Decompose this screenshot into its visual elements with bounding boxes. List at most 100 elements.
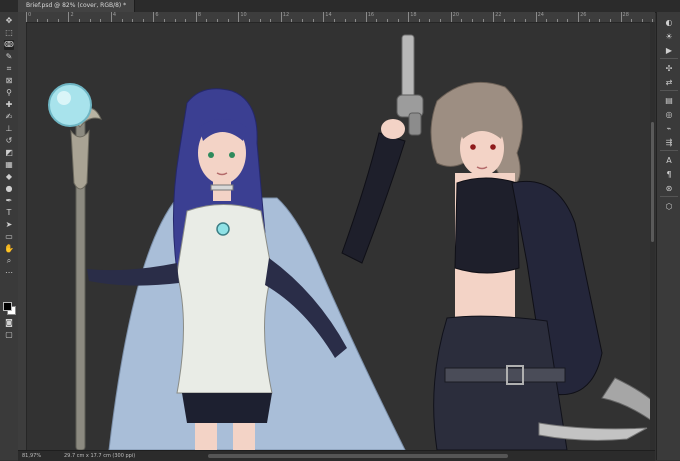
dodge-tool-icon[interactable]: ● — [4, 184, 14, 194]
ruler-tick — [440, 19, 442, 22]
ruler-label: 22 — [495, 12, 502, 18]
ruler-tick — [153, 12, 155, 22]
tools-panel: ✥ ⬚ ↂ ✎ ⌗ ⊠ ⚲ ✚ ✍ ⊥ ↺ ◩ ▦ ◆ ● ✒ T ➤ ▭ ✋ ⌕ ⋯ ◙ ▢ — [0, 12, 19, 460]
type-tool-icon[interactable]: T — [4, 208, 14, 218]
ruler-label: 2 — [70, 12, 74, 18]
document-canvas[interactable] — [27, 23, 655, 450]
ruler-tick — [461, 19, 463, 22]
move-tool-icon[interactable]: ✥ — [4, 16, 14, 26]
pen-tool-icon[interactable]: ✒ — [4, 196, 14, 206]
ruler-tick — [195, 12, 197, 22]
ruler-tick — [620, 12, 622, 22]
horizontal-ruler: 0 2 4 6 8 10 12 14 16 18 20 22 24 26 28 — [18, 12, 655, 23]
ruler-tick — [588, 19, 590, 22]
foreground-color-swatch[interactable] — [3, 302, 12, 311]
gunner-top — [454, 177, 520, 274]
ruler-tick — [386, 19, 388, 22]
ruler-tick — [142, 19, 144, 22]
ruler-tick — [503, 19, 505, 22]
ruler-tick — [26, 12, 27, 22]
ruler-tick — [57, 19, 59, 22]
ruler-label: 18 — [410, 12, 417, 18]
paragraph-panel-icon[interactable]: ¶ — [663, 170, 675, 180]
vertical-ruler — [18, 22, 27, 450]
ruler-tick — [47, 19, 49, 22]
ruler-label: 4 — [112, 12, 117, 18]
vertical-scrollbar-thumb[interactable] — [651, 122, 654, 242]
clone-source-panel-icon[interactable]: ⇄ — [663, 78, 675, 88]
blur-tool-icon[interactable]: ◆ — [4, 172, 14, 182]
vertical-scrollbar[interactable] — [650, 22, 655, 450]
frame-tool-icon[interactable]: ⊠ — [4, 76, 14, 86]
3d-panel-icon[interactable]: ⬡ — [663, 202, 675, 212]
layers-panel-icon[interactable]: ▤ — [663, 96, 675, 106]
ruler-tick — [280, 12, 282, 22]
ruler-tick — [68, 12, 70, 22]
path-select-tool-icon[interactable]: ➤ — [4, 220, 14, 230]
ruler-tick — [217, 19, 219, 22]
glyphs-panel-icon[interactable]: ⊛ — [663, 184, 675, 194]
ruler-tick — [164, 19, 166, 22]
ruler-label: 6 — [155, 12, 159, 18]
ruler-label: 28 — [622, 12, 629, 18]
brush-tool-icon[interactable]: ✍ — [4, 112, 14, 122]
ruler-label: 10 — [240, 12, 247, 18]
eraser-tool-icon[interactable]: ◩ — [4, 148, 14, 158]
hand-tool-icon[interactable]: ✋ — [4, 244, 14, 254]
ruler-tick — [609, 19, 611, 22]
ruler-tick — [471, 19, 473, 22]
brush-settings-panel-icon[interactable]: ✣ — [663, 64, 675, 74]
ruler-tick — [535, 12, 537, 22]
gradient-tool-icon[interactable]: ▦ — [4, 160, 14, 170]
history-brush-tool-icon[interactable]: ↺ — [4, 136, 14, 146]
ruler-label: 0 — [28, 12, 32, 18]
marquee-tool-icon[interactable]: ⬚ — [4, 28, 14, 38]
ruler-tick — [546, 19, 548, 22]
channels-panel-icon[interactable]: ◎ — [663, 110, 675, 120]
ruler-tick — [259, 19, 261, 22]
status-bar: 81,97% 29.7 cm x 17.7 cm (300 ppi) — [18, 450, 655, 461]
ruler-tick — [355, 19, 357, 22]
mage-left-arm — [87, 263, 179, 286]
quick-mask-icon[interactable]: ◙ — [4, 318, 14, 328]
ruler-tick — [641, 19, 643, 22]
properties-panel-icon[interactable]: ⇶ — [663, 138, 675, 148]
ruler-tick — [248, 19, 250, 22]
ruler-tick — [36, 19, 38, 22]
panel-separator — [660, 90, 678, 91]
character-panel-icon[interactable]: A — [663, 156, 675, 166]
ruler-tick — [376, 19, 378, 22]
ruler-tick — [493, 12, 495, 22]
ruler-tick — [270, 19, 272, 22]
ruler-tick — [344, 19, 346, 22]
ruler-tick — [450, 12, 452, 22]
ruler-label: 16 — [367, 12, 375, 18]
ruler-label: 24 — [537, 12, 544, 18]
screen-mode-icon[interactable]: ▢ — [4, 330, 14, 340]
more-tools-icon[interactable]: ⋯ — [4, 268, 14, 278]
lasso-tool-icon[interactable]: ↂ — [4, 40, 14, 50]
play-panel-icon[interactable]: ▶ — [663, 46, 675, 56]
adjustments-panel-icon[interactable]: ☀ — [663, 32, 675, 42]
crop-tool-icon[interactable]: ⌗ — [4, 64, 14, 74]
document-tab[interactable]: Brief.psd @ 82% (cover, RGB/8) * — [18, 0, 136, 12]
rectangle-tool-icon[interactable]: ▭ — [4, 232, 14, 242]
quick-select-tool-icon[interactable]: ✎ — [4, 52, 14, 62]
ruler-label: 12 — [282, 12, 290, 18]
horizontal-scrollbar[interactable] — [208, 454, 508, 458]
ruler-label: 26 — [580, 12, 587, 18]
eyedropper-tool-icon[interactable]: ⚲ — [4, 88, 14, 98]
ruler-tick — [100, 19, 102, 22]
color-panel-icon[interactable]: ◐ — [663, 18, 675, 28]
ruler-label: 8 — [197, 12, 202, 18]
paths-panel-icon[interactable]: ⌁ — [663, 124, 675, 134]
ruler-tick — [291, 19, 293, 22]
ruler-tick — [312, 19, 314, 22]
ruler-tick — [121, 19, 123, 22]
ruler-tick — [514, 19, 516, 22]
clone-stamp-tool-icon[interactable]: ⊥ — [4, 124, 14, 134]
artwork — [48, 34, 655, 450]
panel-separator — [660, 58, 678, 59]
healing-brush-tool-icon[interactable]: ✚ — [4, 100, 14, 110]
zoom-tool-icon[interactable]: ⌕ — [4, 256, 14, 266]
